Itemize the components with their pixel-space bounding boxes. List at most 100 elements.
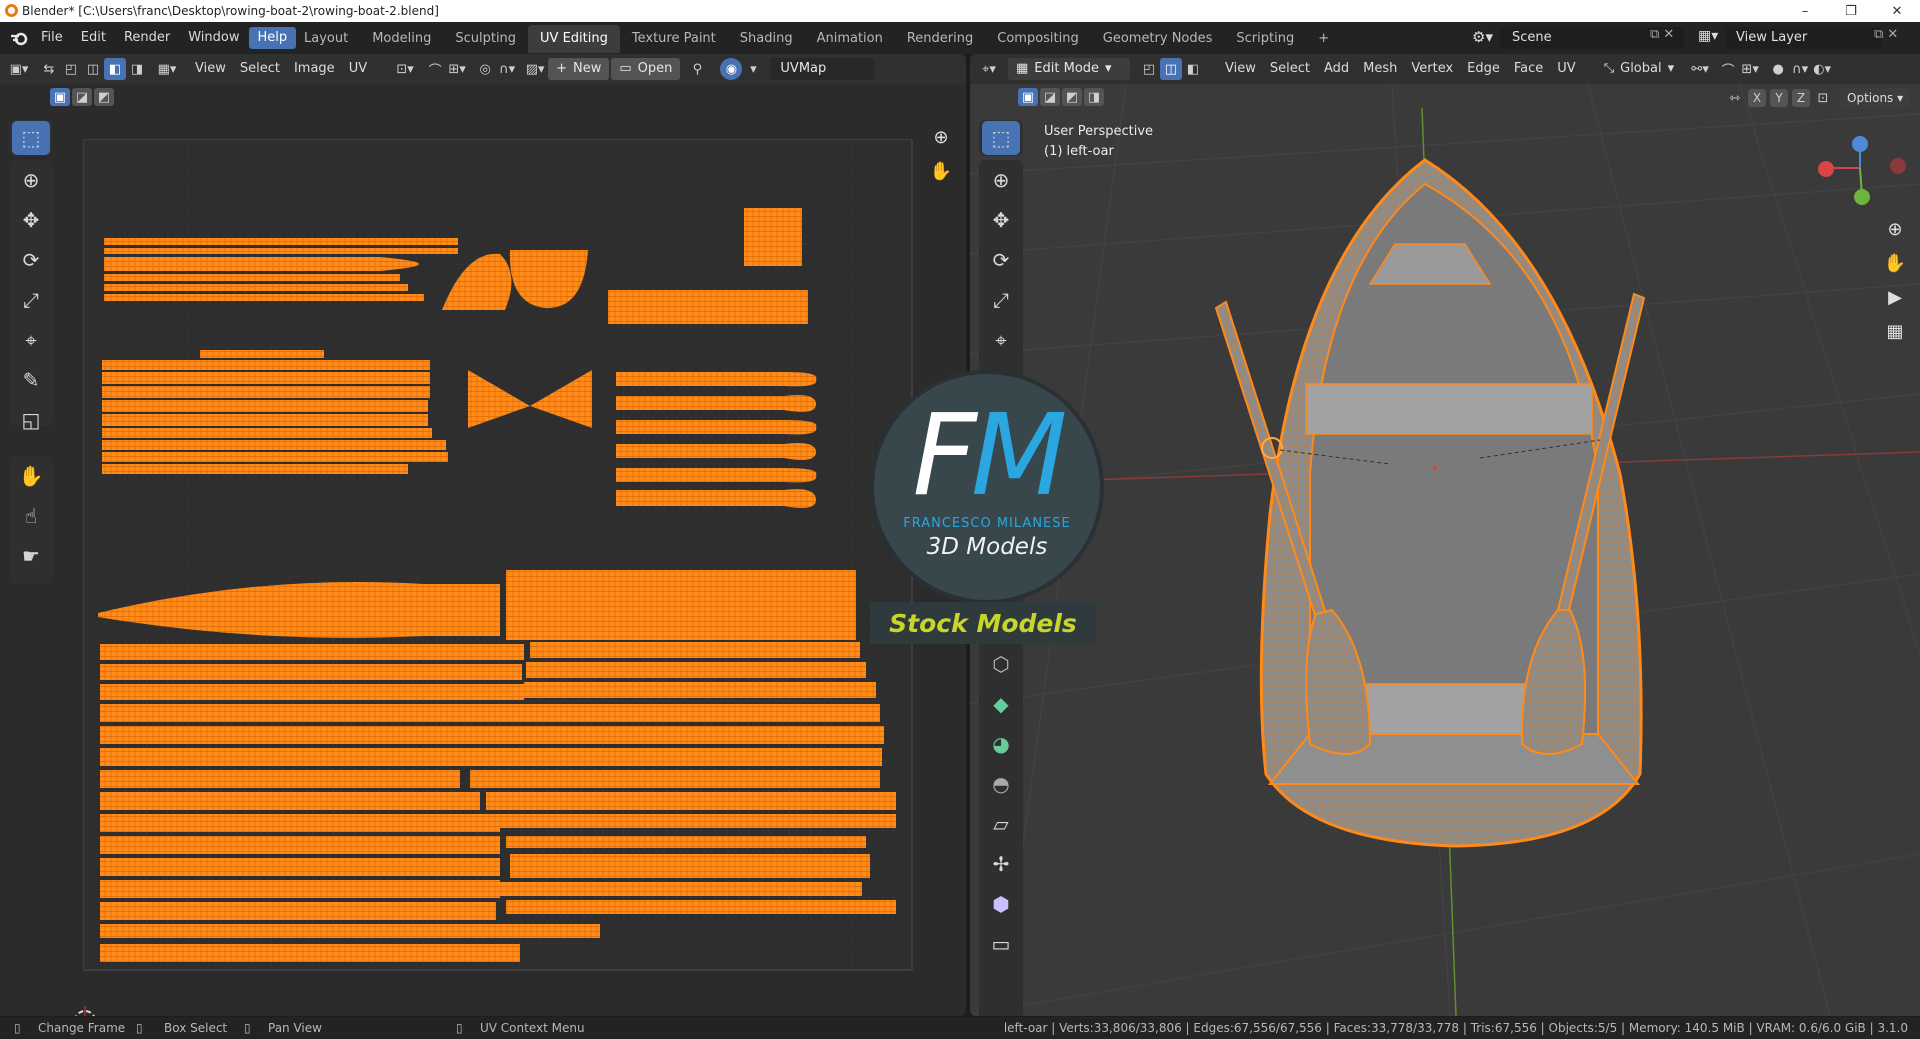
tab-texture-paint[interactable]: Texture Paint	[620, 25, 728, 53]
menu-render[interactable]: Render	[115, 27, 179, 49]
tab-modeling[interactable]: Modeling	[360, 25, 443, 53]
gizmo-z-icon[interactable]	[1852, 136, 1868, 152]
vp-inset-tool-icon[interactable]: ⬡	[979, 644, 1023, 684]
gizmo-x-icon[interactable]	[1818, 161, 1834, 177]
close-button[interactable]: ✕	[1874, 0, 1920, 22]
vp-mode-extend-icon[interactable]: ◪	[1040, 88, 1060, 106]
tab-scripting[interactable]: Scripting	[1224, 25, 1306, 53]
vp-add-cube-tool-icon[interactable]: ▭	[979, 924, 1023, 964]
mirror-icon: ⇿	[1729, 90, 1741, 106]
zoom-icon[interactable]: ⊕	[926, 122, 956, 152]
mirror-x-toggle[interactable]: X	[1748, 89, 1766, 107]
vp-transform-tool-icon[interactable]: ⌖	[979, 320, 1023, 360]
options-dropdown[interactable]: Options ▾	[1840, 88, 1911, 108]
mode-dropdown[interactable]: ▦ Edit Mode ▾	[1008, 58, 1130, 80]
tab-geometry-nodes[interactable]: Geometry Nodes	[1091, 25, 1225, 53]
gizmo-neg-x-icon[interactable]	[1890, 158, 1906, 174]
fm-name: FRANCESCO MILANESE	[903, 516, 1071, 531]
viewport-editor-type-icon[interactable]: ⌖▾	[978, 58, 1000, 80]
vp-menu-mesh[interactable]: Mesh	[1356, 58, 1404, 80]
navigation-gizmo[interactable]	[1818, 136, 1906, 205]
gizmo-y-icon[interactable]	[1854, 189, 1870, 205]
rip-tool-icon[interactable]: ◱	[9, 400, 53, 440]
tab-shading[interactable]: Shading	[728, 25, 805, 53]
vp-menu-view[interactable]: View	[1218, 58, 1263, 80]
mirror-y-toggle[interactable]: Y	[1770, 89, 1788, 107]
snap-increment-icon[interactable]: ⊞▾	[1739, 58, 1761, 80]
vp-menu-add[interactable]: Add	[1317, 58, 1356, 80]
viewport-visibility-icon[interactable]: ◐▾	[1811, 58, 1833, 80]
scene-icon[interactable]: ⚙▾	[1472, 28, 1493, 46]
uv-editor[interactable]: ▣▾ ⇆ ◰ ◫ ◧ ◨ ▦▾ View Select Image UV ⊡▾ …	[0, 54, 966, 1016]
relax-tool-icon[interactable]: ☝	[9, 496, 53, 536]
tab-compositing[interactable]: Compositing	[985, 25, 1091, 53]
vp-rotate-tool-icon[interactable]: ⟳	[979, 240, 1023, 280]
viewport-canvas[interactable]	[970, 54, 1920, 1016]
vp-grid-view-icon[interactable]: ▦	[1880, 316, 1910, 346]
vp-select-box-tool[interactable]: ⬚	[979, 120, 1023, 156]
snap-magnet-icon[interactable]: ⌒	[1717, 58, 1739, 80]
blender-menu-icon[interactable]	[10, 30, 28, 46]
vp-spin-tool-icon[interactable]: ◓	[979, 764, 1023, 804]
vp-rip-tool-icon[interactable]: ⬢	[979, 884, 1023, 924]
auto-merge-icon[interactable]: ⊡	[1814, 89, 1832, 107]
menu-window[interactable]: Window	[179, 27, 248, 49]
mirror-z-toggle[interactable]: Z	[1792, 89, 1810, 107]
tab-uv-editing[interactable]: UV Editing	[528, 25, 620, 53]
vp-shrink-tool-icon[interactable]: ✢	[979, 844, 1023, 884]
vp-mode-subtract-icon[interactable]: ◩	[1062, 88, 1082, 106]
move-tool-icon[interactable]: ✥	[9, 200, 53, 240]
vp-menu-edge[interactable]: Edge	[1460, 58, 1507, 80]
view-layer-field[interactable]: View Layer	[1726, 27, 1882, 49]
vp-menu-uv[interactable]: UV	[1550, 58, 1582, 80]
pivot-point-icon[interactable]: ⚯▾	[1689, 58, 1711, 80]
proportional-falloff-icon[interactable]: ∩▾	[1789, 58, 1811, 80]
rotate-tool-icon[interactable]: ⟳	[9, 240, 53, 280]
select-box-tool[interactable]: ⬚	[9, 120, 53, 156]
mirror-row: ⇿ X Y Z ⊡ Options ▾	[1726, 88, 1911, 108]
scale-tool-icon[interactable]: ⤢	[9, 280, 53, 320]
options-label: Options	[1847, 91, 1894, 105]
transform-tool-icon[interactable]: ⌖	[9, 320, 53, 360]
minimize-button[interactable]: –	[1782, 0, 1828, 22]
view-layer-copy-icon[interactable]: ⧉ ✕	[1874, 27, 1898, 42]
vp-pan-hand-icon[interactable]: ✋	[1880, 248, 1910, 278]
vp-move-tool-icon[interactable]: ✥	[979, 200, 1023, 240]
face-mode-icon[interactable]: ◧	[1182, 58, 1204, 80]
pan-hand-icon[interactable]: ✋	[926, 156, 956, 186]
tab-animation[interactable]: Animation	[805, 25, 895, 53]
vertex-mode-icon[interactable]: ◰	[1138, 58, 1160, 80]
vp-scale-tool-icon[interactable]: ⤢	[979, 280, 1023, 320]
vp-mode-invert-icon[interactable]: ◨	[1084, 88, 1104, 106]
grab-tool-icon[interactable]: ✋	[9, 456, 53, 496]
view-layer-icon[interactable]: ▦▾	[1698, 28, 1718, 44]
3d-viewport[interactable]: Y ⌖▾ ▦Edit Mode▾ ◰ ◫ ◧ View Select Add M…	[970, 54, 1920, 1016]
pinch-tool-icon[interactable]: ☛	[9, 536, 53, 576]
vp-camera-icon[interactable]: ▶	[1880, 282, 1910, 312]
vp-menu-select[interactable]: Select	[1263, 58, 1317, 80]
menu-file[interactable]: File	[32, 27, 72, 49]
scene-copy-icon[interactable]: ⧉ ✕	[1650, 27, 1674, 42]
orientation-dropdown[interactable]: ⤡ Global ▾	[1597, 58, 1681, 80]
uv-cursor-icon[interactable]	[70, 1006, 100, 1016]
vp-cursor-tool-icon[interactable]: ⊕	[979, 160, 1023, 200]
tab-rendering[interactable]: Rendering	[895, 25, 985, 53]
tab-sculpting[interactable]: Sculpting	[443, 25, 528, 53]
menu-edit[interactable]: Edit	[72, 27, 115, 49]
vp-mode-new-icon[interactable]: ▣	[1018, 88, 1038, 106]
menu-help[interactable]: Help	[248, 27, 297, 49]
vp-zoom-icon[interactable]: ⊕	[1880, 214, 1910, 244]
cursor-tool-icon[interactable]: ⊕	[9, 160, 53, 200]
uv-canvas[interactable]	[0, 54, 966, 1016]
vp-menu-vertex[interactable]: Vertex	[1404, 58, 1460, 80]
tab-layout[interactable]: Layout	[292, 25, 360, 53]
maximize-button[interactable]: ❐	[1828, 0, 1874, 22]
vp-loopcut-tool-icon[interactable]: ◕	[979, 724, 1023, 764]
vp-bevel-tool-icon[interactable]: ◆	[979, 684, 1023, 724]
vp-menu-face[interactable]: Face	[1507, 58, 1550, 80]
edge-mode-icon[interactable]: ◫	[1160, 58, 1182, 80]
proportional-icon[interactable]: ●	[1767, 58, 1789, 80]
add-workspace-button[interactable]: +	[1306, 25, 1341, 53]
vp-shear-tool-icon[interactable]: ▱	[979, 804, 1023, 844]
annotate-tool-icon[interactable]: ✎	[9, 360, 53, 400]
